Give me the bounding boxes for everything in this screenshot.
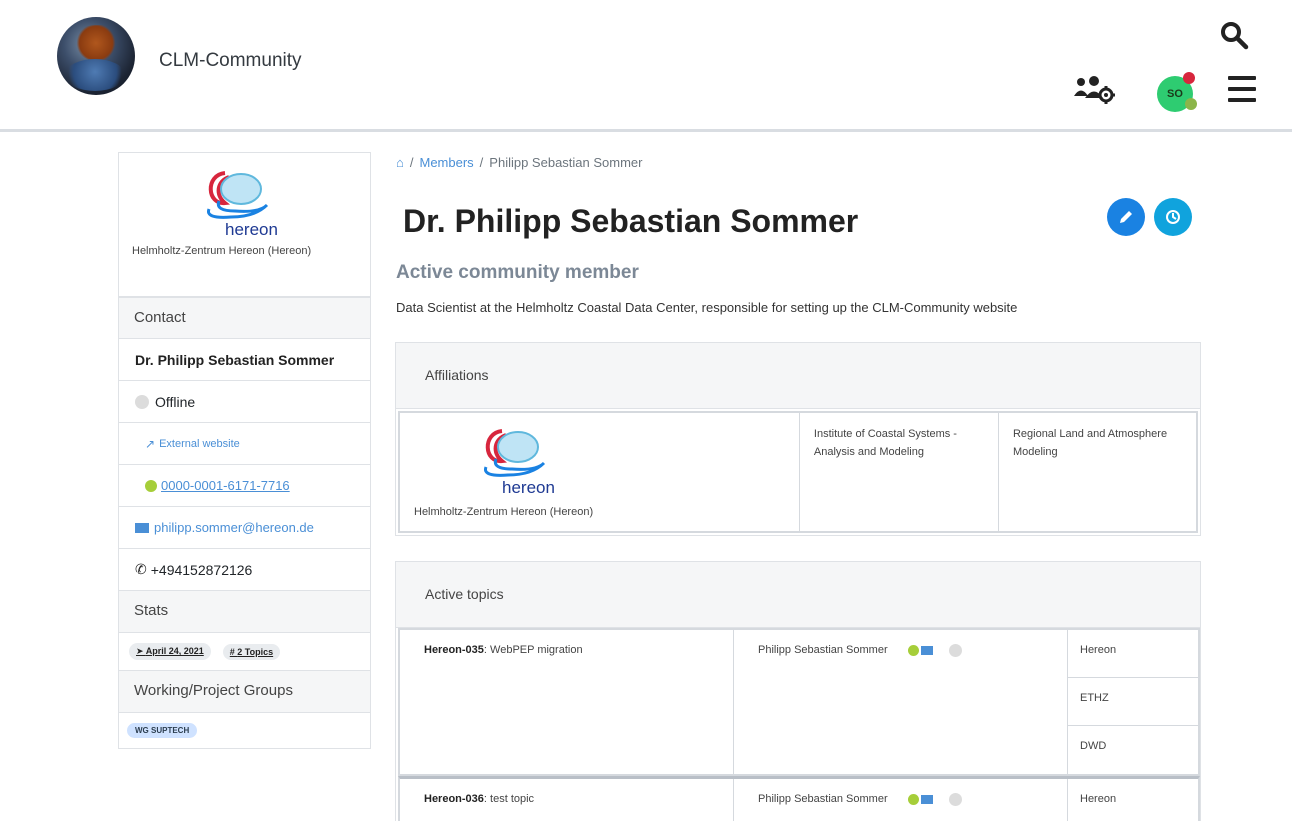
topic-title: : WebPEP migration	[483, 644, 583, 656]
offline-icon	[948, 793, 962, 806]
contact-name: Dr. Philipp Sebastian Sommer	[118, 339, 371, 381]
member-status-subtitle: Active community member	[396, 262, 639, 283]
user-avatar[interactable]: SO	[1157, 72, 1197, 112]
contact-header: Contact	[118, 297, 371, 339]
history-button[interactable]	[1154, 198, 1192, 236]
topic-org[interactable]: ETHZ	[1068, 678, 1198, 726]
history-icon	[1166, 210, 1180, 224]
topic-orgs-cell: Hereon ETHZ DWD	[1068, 630, 1198, 774]
topics-count-badge[interactable]: # 2 Topics	[222, 643, 281, 660]
breadcrumb-current: Philipp Sebastian Sommer	[489, 155, 643, 170]
topic-org[interactable]: DWD	[1068, 726, 1198, 774]
site-name[interactable]: CLM-Community	[159, 50, 302, 72]
orcid-icon[interactable]	[907, 645, 919, 656]
table-row[interactable]: Hereon-036: test topic Philipp Sebastian…	[398, 776, 1200, 821]
pencil-icon	[1120, 211, 1132, 223]
orcid-row[interactable]: 0000-0001-6171-7716	[118, 465, 371, 507]
external-website-row[interactable]: ↗ External website	[118, 423, 371, 465]
group-badge[interactable]: WG SUPTECH	[127, 723, 198, 738]
phone-icon: ✆	[135, 561, 147, 577]
topic-title-cell[interactable]: Hereon-035: WebPEP migration	[400, 630, 734, 774]
groups-header: Working/Project Groups	[118, 671, 371, 713]
orcid-link[interactable]: 0000-0001-6171-7716	[161, 478, 290, 493]
edit-button[interactable]	[1107, 198, 1145, 236]
phone-number: +494152872126	[150, 561, 253, 578]
topic-title-cell[interactable]: Hereon-036: test topic	[400, 779, 734, 821]
topic-org[interactable]: Hereon	[1068, 779, 1198, 821]
hereon-logo: hereon	[472, 423, 572, 497]
top-navbar: CLM-Community SO	[0, 0, 1292, 132]
status-text: Offline	[155, 393, 196, 410]
member-since-badge[interactable]: ➤ April 24, 2021	[129, 643, 211, 660]
affiliation-org-caption: Helmholtz-Zentrum Hereon (Hereon)	[414, 506, 594, 518]
site-logo[interactable]	[57, 17, 135, 95]
stats-row: ➤ April 24, 2021 # 2 Topics	[118, 633, 371, 671]
envelope-icon[interactable]	[920, 646, 933, 655]
active-topics-panel: Active topics Hereon-035: WebPEP migrati…	[395, 561, 1201, 821]
hereon-logo: hereon	[195, 165, 295, 239]
breadcrumb: ⌂ / Members / Philipp Sebastian Sommer	[396, 155, 643, 170]
hereon-wordmark: hereon	[502, 478, 555, 495]
menu-icon[interactable]	[1228, 76, 1256, 102]
envelope-icon[interactable]	[920, 795, 933, 804]
stats-header: Stats	[118, 591, 371, 633]
email-link[interactable]: philipp.sommer@hereon.de	[154, 520, 314, 535]
active-topics-header: Active topics	[396, 562, 1200, 628]
email-row[interactable]: philipp.sommer@hereon.de	[118, 507, 371, 549]
user-cog-icon[interactable]	[1072, 76, 1116, 104]
status-dot	[1185, 98, 1197, 110]
status-row: Offline	[118, 381, 371, 423]
topic-lead-name[interactable]: Philipp Sebastian Sommer	[758, 644, 888, 656]
affiliation-row: hereon Helmholtz-Zentrum Hereon (Hereon)…	[398, 411, 1198, 533]
organization-caption: Helmholtz-Zentrum Hereon (Hereon)	[132, 245, 312, 257]
member-description: Data Scientist at the Helmholtz Coastal …	[396, 300, 1018, 315]
topic-title: : test topic	[483, 793, 535, 805]
topic-lead-cell: Philipp Sebastian Sommer	[734, 630, 1068, 774]
home-icon[interactable]: ⌂	[396, 155, 404, 170]
topic-id[interactable]: Hereon-036	[424, 793, 484, 805]
envelope-icon	[135, 522, 149, 533]
offline-icon	[948, 644, 962, 657]
organization-card[interactable]: hereon Helmholtz-Zentrum Hereon (Hereon)	[118, 152, 371, 297]
profile-sidebar: hereon Helmholtz-Zentrum Hereon (Hereon)…	[118, 152, 371, 749]
topic-lead-cell: Philipp Sebastian Sommer	[734, 779, 1068, 821]
groups-row: WG SUPTECH	[118, 713, 371, 749]
topic-orgs-cell: Hereon	[1068, 779, 1198, 821]
external-link-icon: ↗	[145, 436, 156, 451]
orcid-icon[interactable]	[907, 794, 919, 805]
affiliation-institute[interactable]: Institute of Coastal Systems - Analysis …	[800, 413, 999, 531]
topic-id[interactable]: Hereon-035	[424, 644, 484, 656]
topics-table: Hereon-035: WebPEP migration Philipp Seb…	[398, 628, 1200, 821]
breadcrumb-members[interactable]: Members	[419, 155, 473, 170]
offline-icon	[135, 394, 149, 409]
affiliation-department[interactable]: Regional Land and Atmosphere Modeling	[999, 413, 1196, 531]
search-icon[interactable]	[1219, 20, 1249, 50]
topic-org[interactable]: Hereon	[1068, 630, 1198, 678]
notification-dot	[1183, 72, 1195, 84]
affiliations-panel: Affiliations hereon Helmholtz-Zentrum He…	[395, 342, 1201, 536]
hereon-wordmark: hereon	[225, 220, 278, 237]
table-row[interactable]: Hereon-035: WebPEP migration Philipp Seb…	[398, 628, 1200, 776]
phone-row: ✆ +494152872126	[118, 549, 371, 591]
page-title: Dr. Philipp Sebastian Sommer	[403, 203, 859, 239]
orcid-icon	[145, 479, 157, 492]
affiliation-organization[interactable]: hereon Helmholtz-Zentrum Hereon (Hereon)	[400, 413, 800, 531]
topic-lead-name[interactable]: Philipp Sebastian Sommer	[758, 793, 888, 805]
affiliations-header: Affiliations	[396, 343, 1200, 409]
external-website-link[interactable]: External website	[159, 438, 240, 450]
